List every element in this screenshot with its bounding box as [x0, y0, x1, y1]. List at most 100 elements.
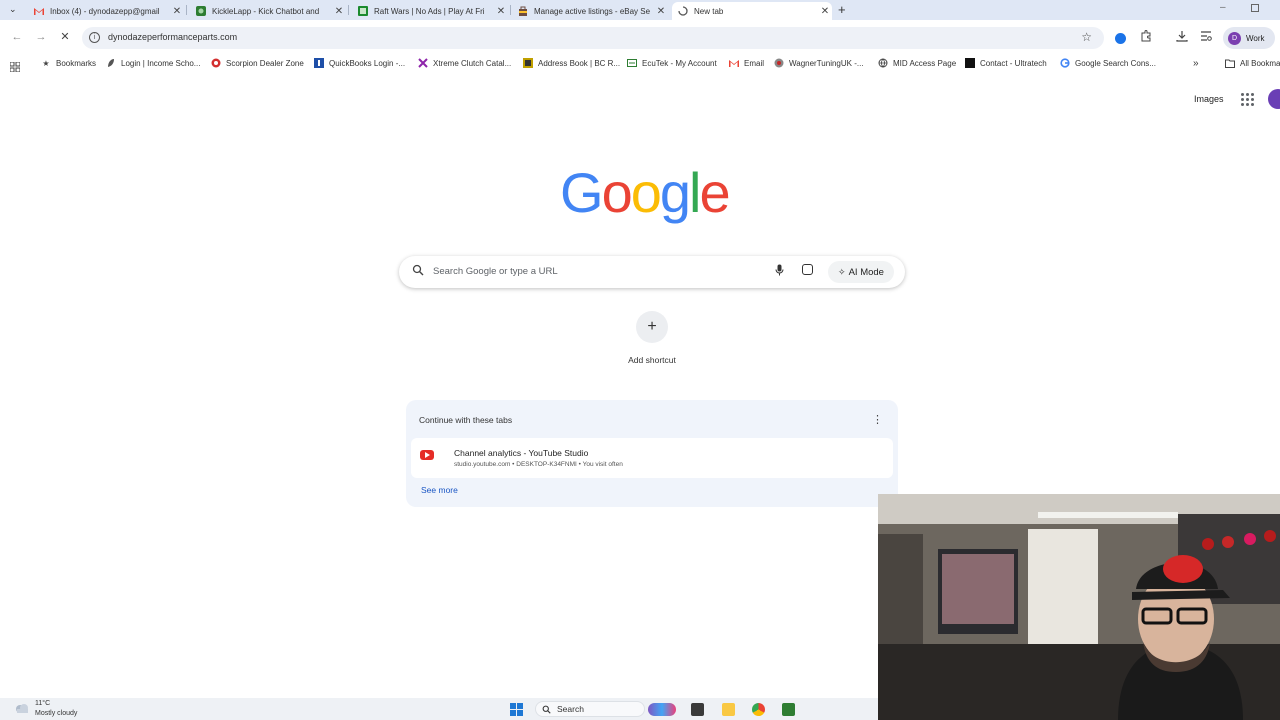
close-icon[interactable]: ✕ [818, 6, 832, 17]
chrome-icon[interactable] [752, 703, 765, 716]
bookmark-item[interactable]: WagnerTuningUK -... [774, 58, 864, 68]
tab-kicklelapp[interactable]: KickleLapp - Kick Chatbot and ✕ [190, 2, 346, 20]
bookmark-item[interactable]: Xtreme Clutch Catal... [418, 58, 511, 68]
taskbar-search[interactable]: Search [535, 701, 645, 717]
address-url[interactable]: dynodazeperformanceparts.com [108, 32, 237, 42]
taskbar-search-label: Search [557, 704, 584, 714]
raftwars-icon [358, 6, 368, 16]
gmail-icon [34, 6, 44, 16]
see-more-link[interactable]: See more [421, 485, 458, 495]
tab-title: Inbox (4) - dynodazepp@gmail [50, 6, 160, 16]
minimize-icon[interactable]: – [1220, 2, 1226, 13]
tab-title: Manage active listings - eBay Se [534, 6, 651, 16]
account-avatar[interactable] [1268, 89, 1280, 109]
bookmark-item[interactable]: Address Book | BC R... [523, 58, 620, 68]
folder-icon [1225, 58, 1235, 68]
bookmark-item[interactable]: QuickBooks Login -... [314, 58, 405, 68]
google-logo: Google [560, 160, 731, 225]
bookmark-item[interactable]: Google Search Cons... [1060, 58, 1156, 68]
tab-divider [510, 5, 511, 15]
site-info-icon[interactable]: i [89, 32, 100, 43]
loading-icon [678, 6, 688, 16]
bookmark-item[interactable]: ★ Bookmarks [41, 58, 96, 68]
restore-icon[interactable] [1251, 4, 1259, 12]
images-link[interactable]: Images [1194, 94, 1224, 104]
close-icon[interactable]: ✕ [494, 6, 508, 17]
bookmark-item[interactable]: EcuTek - My Account [627, 58, 717, 68]
microphone-icon[interactable] [775, 264, 784, 279]
address-bar[interactable]: i dynodazeperformanceparts.com ☆ [82, 27, 1104, 49]
bookmarks-overflow-icon[interactable]: » [1193, 58, 1199, 69]
bookmark-label: Login | Income Scho... [121, 58, 201, 68]
google-lens-icon[interactable] [802, 264, 813, 275]
new-tab-plus-icon[interactable]: + [838, 2, 846, 17]
gmail-icon [729, 58, 739, 68]
search-input[interactable]: Search Google or type a URL [433, 266, 558, 277]
extension-blue-icon[interactable] [1115, 33, 1126, 44]
bookmark-item[interactable]: Login | Income Scho... [106, 58, 200, 68]
close-icon[interactable]: ✕ [654, 6, 668, 17]
bookmark-label: Xtreme Clutch Catal... [433, 58, 512, 68]
bookmark-item[interactable]: Contact - Ultratech [965, 58, 1047, 68]
google-apps-icon[interactable] [1241, 93, 1254, 106]
ai-mode-sparkle-icon: ✧ [838, 266, 846, 277]
bookmark-label: Google Search Cons... [1075, 58, 1156, 68]
weather-temperature[interactable]: 11°C [35, 700, 50, 707]
continue-item-title: Channel analytics - YouTube Studio [454, 448, 589, 458]
app-green-icon[interactable] [782, 703, 795, 716]
more-options-icon[interactable]: ⋮ [872, 413, 883, 426]
tab-strip: ⌄ Inbox (4) - dynodazepp@gmail ✕ KickleL… [0, 0, 1280, 20]
continue-header: Continue with these tabs [419, 415, 513, 425]
cloud-icon[interactable] [14, 702, 30, 714]
youtube-icon [420, 450, 434, 460]
tab-ebay[interactable]: Manage active listings - eBay Se ✕ [512, 2, 668, 20]
weather-condition[interactable]: Mostly cloudy [35, 710, 77, 717]
back-arrow-icon[interactable]: ← [9, 29, 25, 45]
apps-grid-icon[interactable] [9, 59, 21, 77]
profile-button[interactable]: D Work [1223, 27, 1275, 49]
file-explorer-icon[interactable] [722, 703, 735, 716]
tab-gmail[interactable]: Inbox (4) - dynodazepp@gmail ✕ [28, 2, 184, 20]
extensions-puzzle-icon[interactable] [1140, 30, 1152, 45]
tab-divider [186, 5, 187, 15]
tab-raftwars[interactable]: Raft Wars | No Ads | Play At Fri ✕ [352, 2, 508, 20]
ai-mode-button[interactable]: ✧ AI Mode [828, 261, 894, 283]
tab-search-icon[interactable] [1200, 30, 1212, 45]
bookmark-item[interactable]: Email [729, 58, 764, 68]
income-icon [106, 58, 116, 68]
ecutek-icon [627, 58, 637, 68]
all-bookmarks-folder[interactable]: All Bookma [1225, 58, 1280, 68]
copilot-icon[interactable] [648, 703, 676, 716]
search-box[interactable]: Search Google or type a URL ✧ AI Mode [399, 256, 905, 288]
taskbar: 11°C Mostly cloudy Search [0, 698, 880, 720]
bookmark-label: Address Book | BC R... [538, 58, 621, 68]
windows-start-icon[interactable] [510, 703, 524, 717]
close-icon[interactable]: ✕ [170, 6, 184, 17]
tab-search-chevron-icon[interactable]: ⌄ [9, 4, 17, 15]
stop-loading-icon[interactable]: ✕ [57, 29, 73, 45]
task-view-icon[interactable] [691, 703, 704, 716]
avatar: D [1228, 31, 1241, 45]
bookmark-label: QuickBooks Login -... [329, 58, 406, 68]
globe-icon [878, 58, 888, 68]
google-logo-letter: G [560, 161, 604, 224]
bookmarks-bar: ★ Bookmarks Login | Income Scho... Scorp… [0, 55, 1280, 73]
google-logo-letter: l [689, 161, 702, 224]
add-shortcut-button[interactable]: + [636, 311, 668, 343]
all-bookmarks-label: All Bookma [1240, 58, 1280, 68]
star-icon: ★ [42, 58, 50, 68]
profile-label: Work [1246, 33, 1265, 43]
bookmark-item[interactable]: Scorpion Dealer Zone [211, 58, 304, 68]
bookmark-star-icon[interactable]: ☆ [1081, 30, 1092, 44]
continue-tabs-card: Continue with these tabs ⋮ Channel analy… [406, 400, 898, 507]
download-icon[interactable] [1176, 30, 1188, 45]
add-shortcut-label[interactable]: Add shortcut [612, 355, 692, 365]
kicklelapp-icon [196, 6, 206, 16]
tab-new-tab[interactable]: New tab ✕ [672, 2, 832, 20]
bookmark-item[interactable]: MID Access Page [878, 58, 956, 68]
close-icon[interactable]: ✕ [332, 6, 346, 17]
continue-tab-item[interactable]: Channel analytics - YouTube Studio studi… [411, 438, 893, 478]
forward-arrow-icon[interactable]: → [33, 29, 49, 45]
bookmark-label: Bookmarks [56, 58, 97, 68]
tab-divider [348, 5, 349, 15]
